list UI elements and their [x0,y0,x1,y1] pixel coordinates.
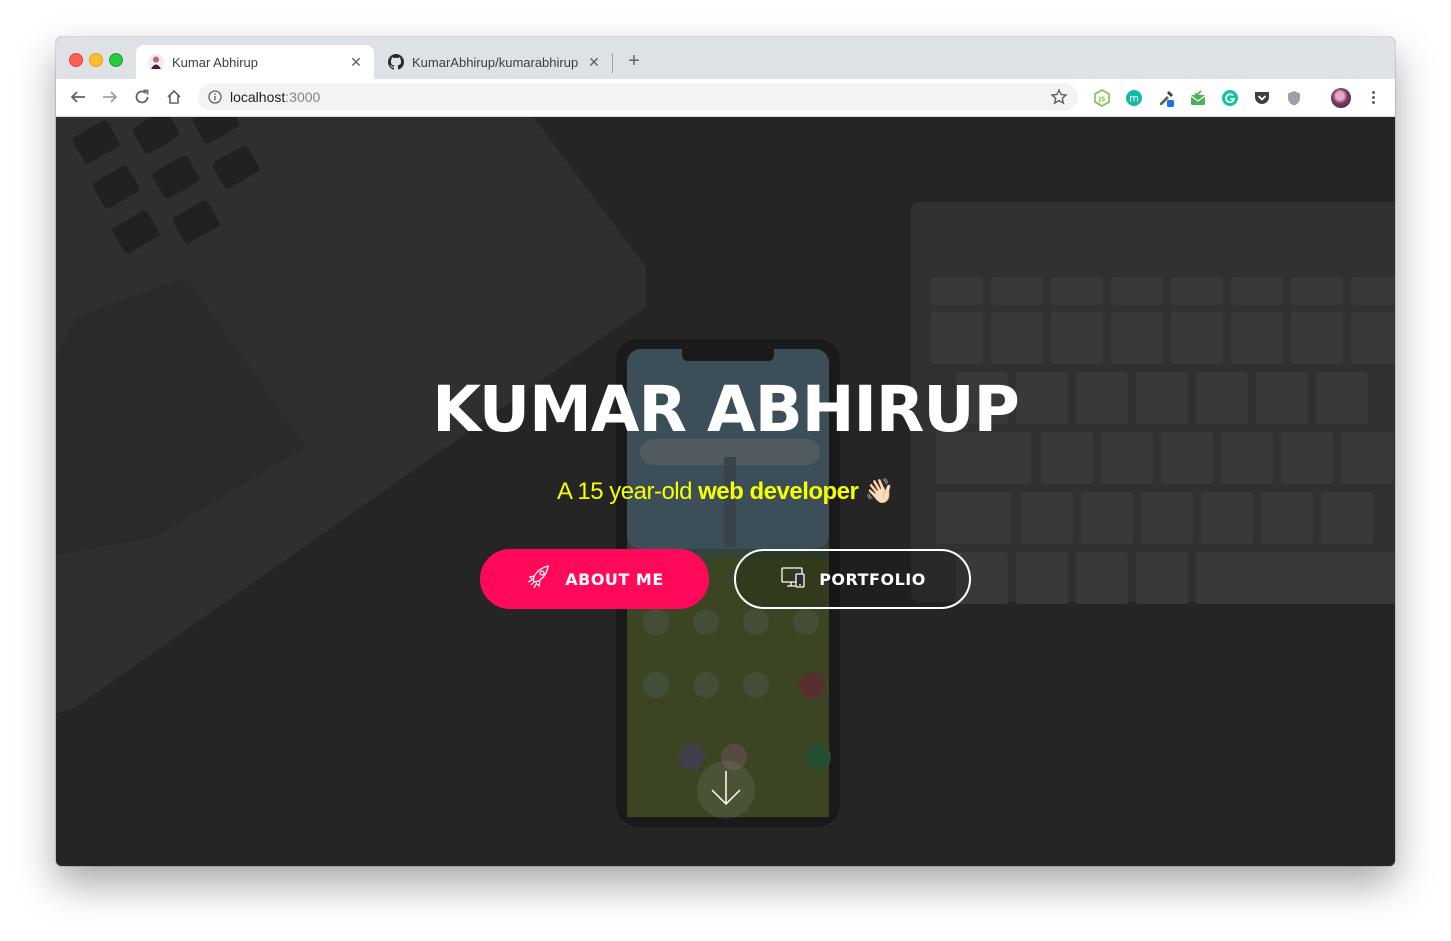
arrow-down-icon [709,769,743,812]
minimize-window-button[interactable] [89,53,103,67]
tab-github-repo[interactable]: KumarAbhirup/kumarabhirup ✕ [376,45,612,79]
back-arrow-icon[interactable] [68,87,88,107]
address-bar[interactable]: localhost:3000 [198,83,1078,111]
bookmark-star-icon[interactable] [1050,88,1068,106]
subtitle-prefix: A 15 year-old [557,478,699,505]
tab-strip: Kumar Abhirup ✕ KumarAbhirup/kumarabhiru… [56,37,1395,79]
close-tab-icon[interactable]: ✕ [348,54,364,70]
home-icon[interactable] [164,87,184,107]
rocket-icon [525,563,553,595]
reload-icon[interactable] [132,87,152,107]
maximize-window-button[interactable] [109,53,123,67]
subtitle-highlight: web developer [698,478,859,505]
portfolio-label: PORTFOLIO [819,569,926,589]
tab-title: KumarAbhirup/kumarabhirup [412,54,579,70]
forward-arrow-icon[interactable] [100,87,120,107]
about-me-label: ABOUT ME [565,569,664,589]
shield-icon[interactable] [1285,89,1303,107]
browser-toolbar: localhost:3000 JS m [56,79,1395,117]
profile-avatar[interactable] [1331,88,1351,108]
close-window-button[interactable] [69,53,83,67]
mail-check-icon[interactable] [1189,89,1207,107]
site-info-icon[interactable] [208,90,222,104]
browser-window: Kumar Abhirup ✕ KumarAbhirup/kumarabhiru… [56,37,1395,866]
hero-subtitle: A 15 year-old web developer 👋🏻 [56,477,1395,506]
svg-text:m: m [1129,94,1139,105]
github-icon [388,54,404,70]
new-tab-button[interactable]: + [624,51,644,71]
devices-icon [779,563,807,595]
hero-content: KUMAR ABHIRUP A 15 year-old web develope… [56,117,1395,866]
svg-text:JS: JS [1098,96,1106,103]
hero-section: KUMAR ABHIRUP A 15 year-old web develope… [56,117,1395,866]
about-me-button[interactable]: ABOUT ME [480,549,709,609]
tab-title: Kumar Abhirup [172,54,258,70]
nodejs-icon[interactable]: JS [1093,89,1111,107]
portfolio-button[interactable]: PORTFOLIO [734,549,971,609]
tab-kumar-abhirup[interactable]: Kumar Abhirup ✕ [136,45,374,79]
grammarly-icon[interactable] [1221,89,1239,107]
avatar-favicon-icon [148,54,164,70]
menu-kebab-icon[interactable] [1366,87,1380,107]
waving-hand-emoji: 👋🏻 [864,478,895,505]
tab-divider [612,53,613,73]
hero-title: KUMAR ABHIRUP [432,373,1020,446]
m-extension-icon[interactable]: m [1125,89,1143,107]
close-tab-icon[interactable]: ✕ [586,54,602,70]
eyedropper-icon[interactable] [1157,89,1175,107]
url-text: localhost:3000 [230,89,321,105]
scroll-down-button[interactable] [697,761,755,819]
pocket-icon[interactable] [1253,89,1271,107]
